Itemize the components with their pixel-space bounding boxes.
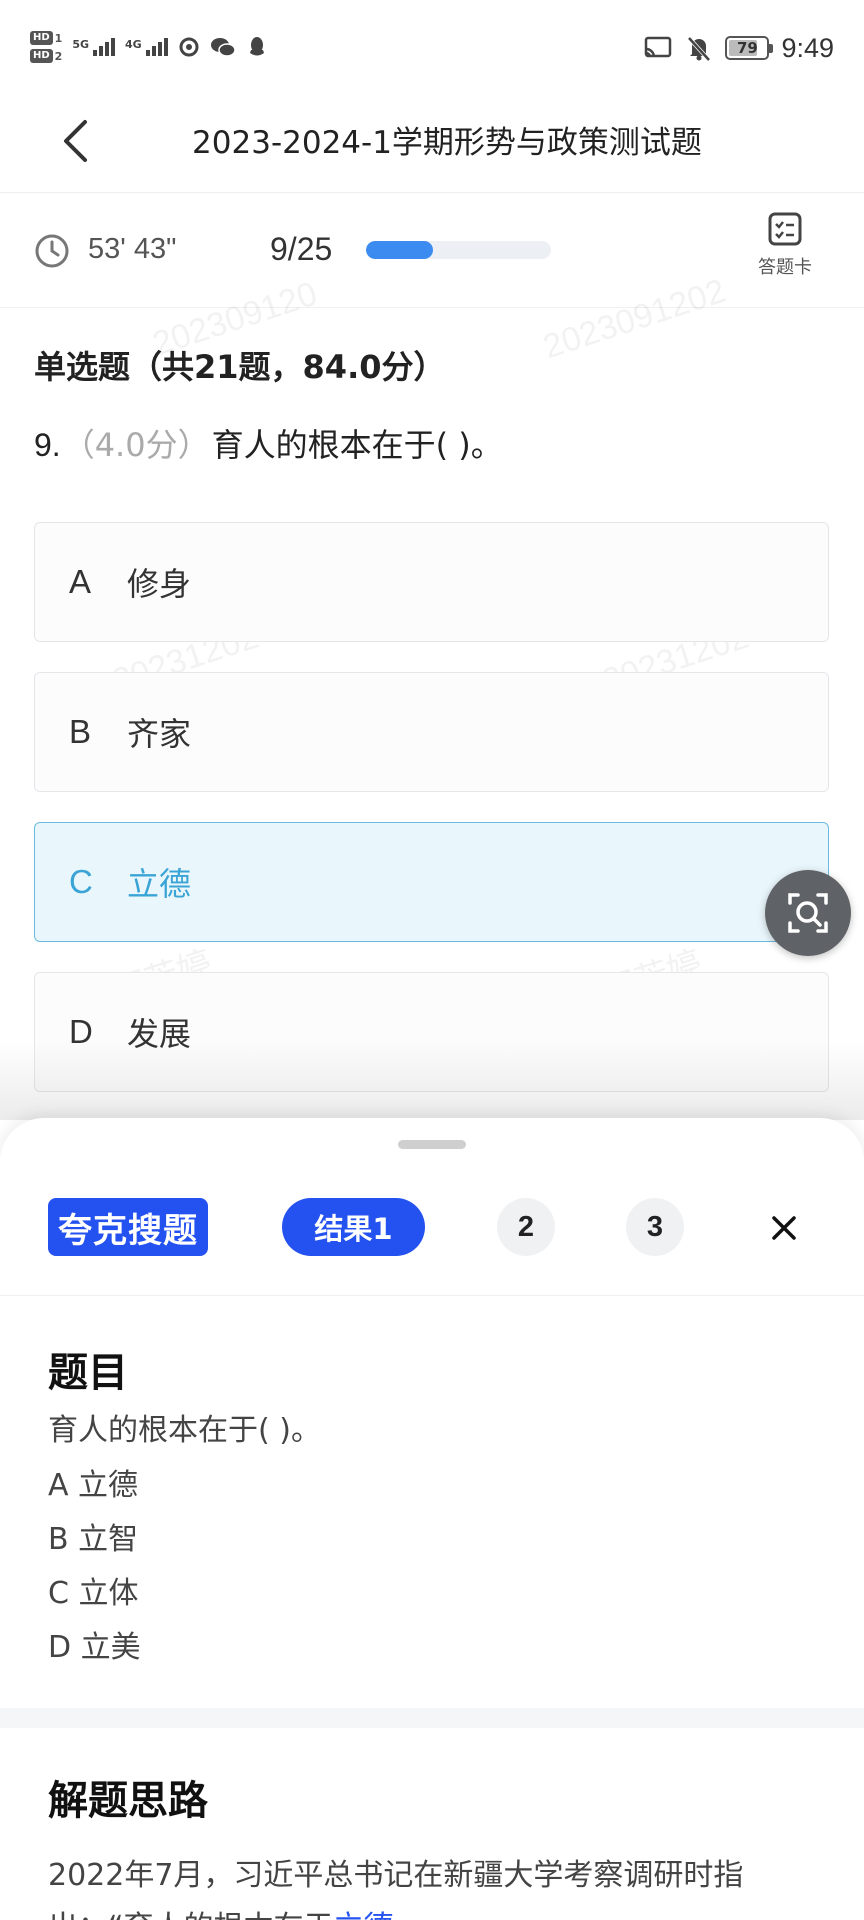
result-question-text: 育人的根本在于( )。 bbox=[48, 1413, 321, 1448]
signal-5g-icon: 5G bbox=[72, 38, 116, 56]
scan-search-icon bbox=[788, 893, 828, 933]
answer-card-button[interactable]: 答题卡 bbox=[748, 211, 822, 296]
title-bar: 2023-2024-1学期形势与政策测试题 bbox=[0, 95, 864, 193]
tab-result-3[interactable]: 3 bbox=[626, 1198, 684, 1256]
hd-badge-1: HD bbox=[30, 31, 53, 45]
tab-result-2[interactable]: 2 bbox=[497, 1198, 555, 1256]
answer-card-label: 答题卡 bbox=[758, 257, 812, 278]
option-text: 立德 bbox=[127, 865, 192, 903]
section-title: 单选题（共21题，84.0分） bbox=[34, 348, 446, 386]
mute-bell-icon bbox=[687, 36, 711, 62]
tab-result-1[interactable]: 结果1 bbox=[282, 1198, 425, 1256]
qq-icon bbox=[249, 37, 264, 56]
option-b[interactable]: B 齐家 bbox=[34, 672, 829, 792]
clock: 9:49 bbox=[781, 32, 834, 63]
analysis-heading: 解题思路 bbox=[48, 1778, 208, 1824]
clock-icon bbox=[35, 234, 69, 268]
record-icon bbox=[179, 37, 199, 57]
progress-fill bbox=[366, 241, 433, 259]
close-button[interactable] bbox=[762, 1206, 806, 1250]
section-divider bbox=[0, 1708, 864, 1728]
question-number: 9. bbox=[34, 427, 61, 463]
option-c[interactable]: C 立德 bbox=[34, 822, 829, 942]
analysis-highlight: 立德 bbox=[334, 1910, 394, 1920]
hd-num-1: 1 bbox=[54, 31, 63, 45]
page-title: 2023-2024-1学期形势与政策测试题 bbox=[192, 125, 702, 161]
question-stem: 育人的根本在于( )。 bbox=[211, 426, 503, 464]
status-bar: HD 1 HD 2 5G 4G 79 9:49 bbox=[0, 0, 864, 95]
hd-badge-2: HD bbox=[30, 49, 53, 63]
option-text: 齐家 bbox=[127, 715, 192, 753]
question-score: （4.0分） bbox=[62, 426, 210, 464]
analysis-line-2-text: 出：“育人的根本在于 bbox=[48, 1910, 334, 1920]
scan-search-button[interactable] bbox=[765, 870, 851, 956]
quark-search-logo: 夸克搜题 bbox=[48, 1198, 208, 1256]
cast-icon bbox=[645, 36, 672, 58]
sheet-header: 夸克搜题 结果1 2 3 bbox=[0, 1118, 864, 1296]
question-progress: 9/25 bbox=[270, 231, 333, 267]
progress-bar bbox=[366, 241, 551, 259]
status-right: 79 9:49 bbox=[643, 28, 834, 68]
timer: 53' 43" bbox=[88, 233, 177, 265]
signal-5g-label: 5G bbox=[72, 38, 90, 51]
battery-icon: 79 bbox=[725, 36, 774, 60]
option-text: 修身 bbox=[127, 565, 192, 603]
battery-level: 79 bbox=[737, 39, 758, 57]
analysis-line-2: 出：“育人的根本在于立德 bbox=[48, 1902, 828, 1920]
analysis-line-1: 2022年7月，习近平总书记在新疆大学考察调研时指 bbox=[48, 1858, 744, 1893]
question-stem-row: 9. （4.0分） 育人的根本在于( )。 bbox=[34, 420, 503, 466]
result-option: A 立德 bbox=[48, 1468, 139, 1503]
hd-indicators: HD 1 HD 2 bbox=[30, 31, 62, 63]
result-option: C 立体 bbox=[48, 1576, 139, 1611]
option-letter: C bbox=[69, 863, 93, 900]
question-heading: 题目 bbox=[48, 1350, 128, 1396]
result-option: B 立智 bbox=[48, 1522, 139, 1557]
wechat-icon bbox=[210, 38, 236, 57]
signal-4g-icon: 4G bbox=[125, 38, 168, 56]
option-a[interactable]: A 修身 bbox=[34, 522, 829, 642]
signal-4g-label: 4G bbox=[125, 38, 142, 51]
progress-row: 53' 43" 9/25 答题卡 bbox=[0, 193, 864, 308]
overlay-shadow bbox=[0, 1040, 864, 1120]
result-option: D 立美 bbox=[48, 1630, 141, 1665]
hd-num-2: 2 bbox=[54, 49, 63, 63]
status-left: HD 1 HD 2 5G 4G bbox=[30, 24, 268, 70]
checklist-icon bbox=[768, 212, 802, 246]
analysis-text: 2022年7月，习近平总书记在新疆大学考察调研时指 出：“育人的根本在于立德 bbox=[48, 1850, 828, 1920]
option-letter: B bbox=[69, 713, 92, 750]
option-letter: A bbox=[69, 563, 92, 600]
close-icon bbox=[772, 1216, 796, 1240]
